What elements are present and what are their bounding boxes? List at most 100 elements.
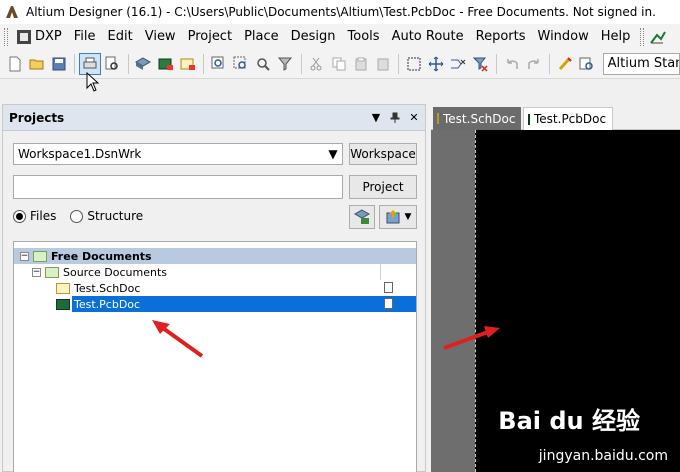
chevron-down-icon: ▼	[328, 147, 338, 161]
view-mode-group: Files Structure	[13, 209, 157, 223]
menu-view[interactable]: View	[139, 26, 182, 48]
mouse-cursor-icon	[86, 72, 100, 92]
collapse-icon[interactable]: −	[32, 267, 41, 277]
tab-test-schdoc[interactable]: Test.SchDoc	[433, 107, 521, 130]
projects-panel-header: Projects ▼ ✕	[3, 105, 425, 131]
watermark-brand: Bai du 经验	[498, 407, 640, 435]
workspace-button[interactable]: Workspace	[349, 143, 417, 165]
redo-icon[interactable]	[523, 53, 544, 75]
compile-button[interactable]	[349, 205, 375, 229]
tree-row-schdoc[interactable]: Test.SchDoc	[56, 280, 416, 296]
menu-window[interactable]: Window	[532, 26, 595, 48]
menu-dxp[interactable]: DXP	[11, 26, 68, 48]
document-status-icon	[384, 282, 393, 293]
tree-row-source-documents[interactable]: − Source Documents	[32, 264, 416, 280]
document-tab-strip: Test.SchDoc Test.PcbDoc	[431, 104, 680, 130]
toolbar-separator	[398, 53, 400, 74]
standard-toolbar-input[interactable]: Altium Stand	[602, 52, 680, 75]
filter-zoom-icon[interactable]	[275, 53, 296, 75]
menu-place[interactable]: Place	[238, 26, 285, 48]
structure-radio[interactable]	[70, 209, 84, 223]
canvas-margin[interactable]	[431, 130, 475, 472]
menu-project[interactable]: Project	[182, 26, 238, 48]
toolbar-separator	[203, 53, 205, 74]
clear-filter-icon[interactable]	[470, 53, 491, 75]
menu-toolbar-grip[interactable]	[640, 27, 645, 46]
column-divider	[380, 264, 381, 280]
toolbar-separator	[127, 53, 129, 74]
files-radio[interactable]	[13, 209, 26, 223]
new-icon[interactable]	[4, 53, 25, 75]
red-arrow-icon	[443, 326, 500, 350]
zoom-fit-icon[interactable]	[208, 53, 229, 75]
menu-tools[interactable]: Tools	[342, 26, 386, 48]
project-tree: − Free Documents − Source Documents Test…	[13, 241, 417, 472]
sketch-icon[interactable]	[647, 26, 669, 48]
menu-edit[interactable]: Edit	[102, 26, 139, 48]
tree-item-label: Test.SchDoc	[74, 281, 141, 295]
project-button[interactable]: Project	[349, 175, 417, 199]
copy-icon[interactable]	[328, 53, 349, 75]
structure-radio-label: Structure	[87, 209, 144, 223]
toolbar-separator	[549, 53, 551, 74]
select-area-icon[interactable]	[403, 53, 424, 75]
menu-design[interactable]: Design	[285, 26, 342, 48]
projects-panel-title: Projects	[9, 110, 65, 125]
browse-components-icon[interactable]	[576, 53, 597, 75]
folder-icon	[45, 266, 59, 278]
sch-doc-icon[interactable]	[177, 53, 198, 75]
tree-group-label: Source Documents	[63, 265, 167, 279]
pin-icon[interactable]	[387, 110, 403, 126]
schematic-doc-icon	[437, 113, 439, 124]
open-icon[interactable]	[26, 53, 47, 75]
save-icon[interactable]	[48, 53, 69, 75]
toolbar-separator	[496, 53, 498, 74]
tree-row-free-documents[interactable]: − Free Documents	[14, 248, 416, 264]
component-icon[interactable]	[133, 53, 154, 75]
menu-bar: DXP File Edit View Project Place Design …	[0, 24, 680, 49]
pcb-doc-icon	[56, 298, 70, 310]
schematic-doc-icon	[56, 282, 70, 294]
red-arrow-icon	[152, 320, 204, 358]
project-options-button[interactable]: ▼	[379, 205, 417, 229]
menu-auto-route[interactable]: Auto Route	[386, 26, 470, 48]
window-title: Altium Designer (16.1) - C:\Users\Public…	[26, 5, 656, 19]
folder-icon	[33, 250, 47, 262]
menu-file[interactable]: File	[68, 26, 102, 48]
zoom-selected-icon[interactable]	[253, 53, 274, 75]
watermark-url: jingyan.baidu.com	[538, 448, 668, 464]
pcb-doc-icon	[528, 113, 530, 125]
undo-icon[interactable]	[501, 53, 522, 75]
print-preview-icon[interactable]	[102, 53, 123, 75]
paste-icon[interactable]	[350, 53, 371, 75]
pcb-canvas[interactable]: Bai du 经验 jingyan.baidu.com	[475, 130, 680, 472]
tree-root-label: Free Documents	[51, 249, 152, 263]
workspace-combo-value: Workspace1.DsnWrk	[18, 147, 142, 161]
panel-menu-icon[interactable]: ▼	[368, 110, 384, 126]
tree-item-label: Test.PcbDoc	[74, 297, 141, 311]
collapse-icon[interactable]: −	[20, 251, 29, 261]
menu-reports[interactable]: Reports	[470, 26, 532, 48]
toolbar-separator	[300, 53, 302, 74]
close-icon[interactable]: ✕	[406, 110, 422, 126]
rubber-stamp-icon[interactable]	[372, 53, 393, 75]
zoom-area-icon[interactable]	[230, 53, 251, 75]
chevron-down-icon: ▼	[404, 212, 412, 222]
workspace-combo[interactable]: Workspace1.DsnWrk ▼	[13, 143, 343, 165]
cut-icon[interactable]	[306, 53, 327, 75]
move-icon[interactable]	[426, 53, 447, 75]
pcb-doc-icon[interactable]	[155, 53, 176, 75]
files-radio-label: Files	[30, 209, 57, 223]
tab-test-pcbdoc[interactable]: Test.PcbDoc	[523, 107, 613, 130]
tree-row-pcbdoc[interactable]: Test.PcbDoc	[56, 296, 416, 312]
document-status-icon	[384, 298, 393, 309]
dxp-icon	[17, 29, 31, 44]
menu-help[interactable]: Help	[595, 26, 637, 48]
cross-probe-icon[interactable]	[554, 53, 575, 75]
tab-label: Test.SchDoc	[443, 111, 516, 126]
deselect-icon[interactable]	[448, 53, 469, 75]
tab-label: Test.PcbDoc	[534, 112, 607, 126]
menu-grip[interactable]	[4, 27, 8, 46]
title-bar: Altium Designer (16.1) - C:\Users\Public…	[0, 0, 680, 24]
project-input[interactable]	[13, 175, 343, 199]
